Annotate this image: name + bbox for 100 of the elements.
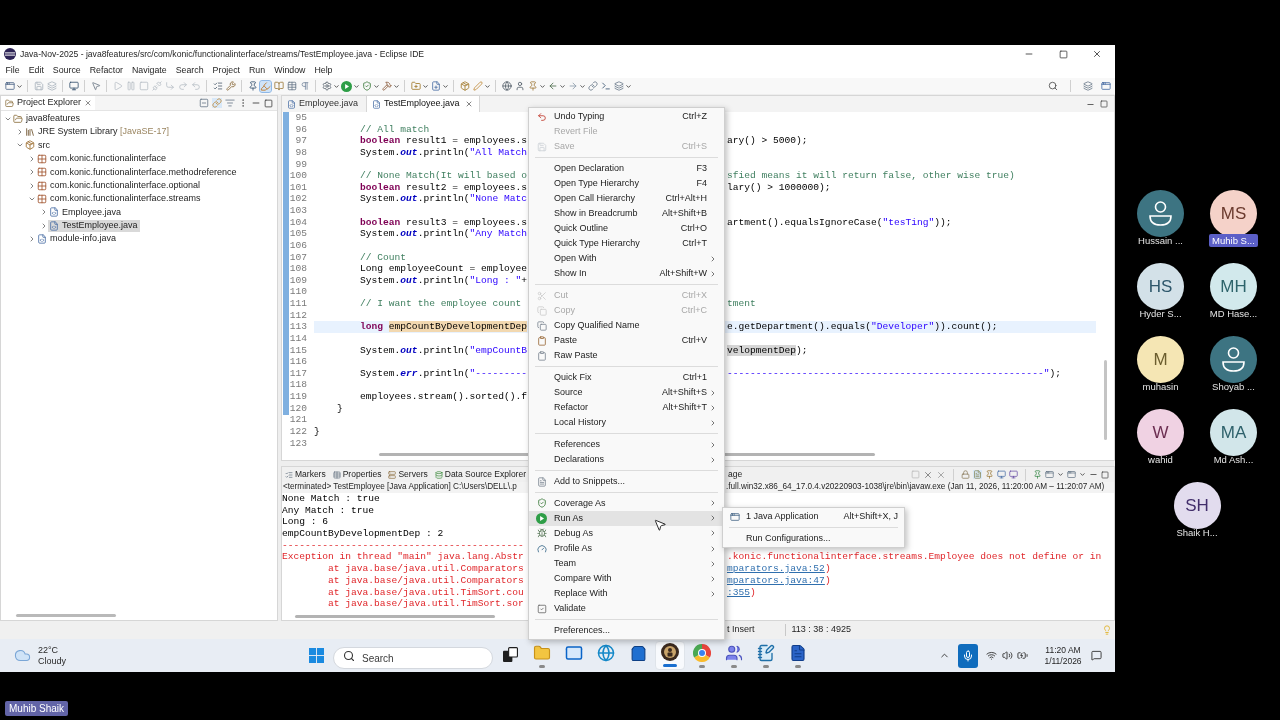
layers-icon[interactable] bbox=[46, 81, 57, 91]
arrow-left-icon[interactable] bbox=[547, 81, 558, 91]
search-field[interactable]: Search bbox=[333, 647, 493, 669]
search-icon[interactable] bbox=[1048, 81, 1058, 91]
caret-down-icon[interactable] bbox=[539, 82, 546, 90]
caret-down-icon[interactable] bbox=[1079, 471, 1086, 478]
link-icon[interactable] bbox=[587, 81, 598, 91]
tree-item[interactable]: JRE System Library [JavaSE-17] bbox=[24, 126, 172, 139]
menu-item[interactable]: Window bbox=[269, 63, 310, 78]
menu-item[interactable]: Open Declaration F3 bbox=[529, 160, 724, 176]
caret-down-icon[interactable] bbox=[484, 82, 491, 90]
horizontal-scrollbar[interactable] bbox=[295, 615, 495, 618]
close-icon[interactable] bbox=[464, 100, 473, 108]
tree-item[interactable]: src bbox=[24, 139, 52, 152]
menu-item[interactable]: Validate bbox=[529, 601, 724, 617]
arrow-right-icon[interactable] bbox=[567, 81, 578, 91]
highlighter-icon[interactable] bbox=[260, 80, 271, 92]
view-tab[interactable]: Data Source Explorer bbox=[432, 467, 528, 482]
package-icon[interactable] bbox=[459, 81, 470, 91]
menu-item[interactable]: Edit bbox=[24, 63, 49, 78]
menu-item[interactable]: Profile As bbox=[529, 541, 724, 557]
menu-item[interactable]: Show In Alt+Shift+W bbox=[529, 266, 724, 282]
view-tab[interactable]: Properties bbox=[330, 467, 384, 482]
battery-icon[interactable] bbox=[1016, 650, 1028, 661]
hammer-icon[interactable] bbox=[381, 81, 392, 91]
menu-item[interactable]: Open With bbox=[529, 251, 724, 267]
wifi-icon[interactable] bbox=[985, 650, 997, 661]
menu-item[interactable]: Replace With bbox=[529, 586, 724, 602]
editor-tab[interactable]: Employee.java bbox=[282, 96, 367, 112]
menu-item[interactable]: Navigate bbox=[127, 63, 172, 78]
menu-item[interactable]: Paste Ctrl+V bbox=[529, 333, 724, 349]
maximize-icon[interactable] bbox=[1058, 49, 1068, 59]
menu-item[interactable]: Source Alt+Shift+S bbox=[529, 385, 724, 401]
view-tab[interactable]: age bbox=[726, 467, 745, 482]
folder-plus-icon[interactable] bbox=[410, 81, 421, 91]
app-window-icon[interactable] bbox=[4, 81, 15, 91]
menu-item[interactable]: Compare With bbox=[529, 571, 724, 587]
tree-item[interactable]: com.konic.functionalinterface bbox=[36, 152, 169, 165]
menu-item[interactable]: Run bbox=[244, 63, 270, 78]
clock[interactable]: 11:20 AM 1/11/2026 bbox=[1041, 644, 1085, 667]
editor-tab[interactable]: TestEmployee.java bbox=[366, 96, 480, 112]
monitor-icon[interactable] bbox=[68, 81, 79, 91]
menu-item[interactable]: Quick Type Hierarchy Ctrl+T bbox=[529, 236, 724, 252]
maximize-icon[interactable] bbox=[264, 98, 273, 108]
lock-icon[interactable] bbox=[961, 470, 970, 479]
user-icon[interactable] bbox=[514, 81, 525, 91]
menu-item[interactable]: Declarations bbox=[529, 452, 724, 468]
menu-item[interactable]: Undo Typing Ctrl+Z bbox=[529, 109, 724, 125]
menu-item[interactable]: Refactor bbox=[85, 63, 128, 78]
menu-item[interactable]: Refactor Alt+Shift+T bbox=[529, 400, 724, 416]
caret-down-icon[interactable] bbox=[16, 82, 23, 90]
speaker-icon[interactable] bbox=[1001, 650, 1013, 661]
caret-down-icon[interactable] bbox=[625, 82, 632, 90]
menu-item[interactable]: Project bbox=[208, 63, 245, 78]
menu-item[interactable]: 1 Java Application Alt+Shift+X, J bbox=[723, 509, 904, 525]
pin-icon[interactable] bbox=[247, 81, 258, 91]
caret-down-icon[interactable] bbox=[393, 82, 400, 90]
menu-item[interactable]: Help bbox=[309, 63, 337, 78]
menu-item[interactable]: References bbox=[529, 437, 724, 453]
menu-item[interactable]: Raw Paste bbox=[529, 348, 724, 364]
app-window-icon[interactable] bbox=[1067, 470, 1076, 479]
menu-item[interactable]: Team bbox=[529, 556, 724, 572]
view-tab[interactable]: Project Explorer bbox=[1, 96, 96, 110]
caret-down-icon[interactable] bbox=[373, 82, 380, 90]
maximize-icon[interactable] bbox=[1100, 100, 1108, 108]
vertical-scrollbar[interactable] bbox=[1103, 360, 1107, 440]
maximize-icon[interactable] bbox=[1101, 470, 1109, 479]
menu-item[interactable]: Coverage As bbox=[529, 495, 724, 511]
tree-item[interactable]: com.konic.functionalinterface.streams bbox=[36, 193, 203, 206]
gear-icon[interactable] bbox=[321, 81, 332, 91]
menu-item[interactable]: Run Configurations... bbox=[723, 530, 904, 546]
source-link[interactable]: :355 bbox=[727, 586, 751, 598]
menu-item[interactable]: Open Call Hierarchy Ctrl+Alt+H bbox=[529, 191, 724, 207]
tree-item[interactable]: Employee.java bbox=[48, 206, 124, 219]
close-icon[interactable] bbox=[84, 99, 93, 107]
caret-down-icon[interactable] bbox=[353, 82, 360, 90]
menu-item[interactable]: Show in Breadcrumb Alt+Shift+B bbox=[529, 206, 724, 222]
source-link[interactable]: mparators.java:47 bbox=[727, 574, 825, 586]
taskbar-app-button[interactable] bbox=[655, 641, 685, 670]
terminal-icon[interactable] bbox=[600, 81, 611, 91]
menu-item[interactable]: Preferences... bbox=[529, 623, 724, 639]
caret-down-icon[interactable] bbox=[333, 82, 340, 90]
tree-item[interactable]: module-info.java bbox=[36, 233, 119, 246]
pin-icon[interactable] bbox=[527, 81, 538, 91]
menu-item[interactable]: Search bbox=[171, 63, 209, 78]
menu-item[interactable]: Local History bbox=[529, 415, 724, 431]
table-icon[interactable] bbox=[286, 81, 297, 91]
file-text-icon[interactable] bbox=[973, 470, 982, 479]
monitor-icon[interactable] bbox=[1009, 470, 1018, 479]
globe-icon[interactable] bbox=[501, 81, 512, 91]
tree-item[interactable]: TestEmployee.java bbox=[48, 219, 140, 232]
notification-icon[interactable] bbox=[1090, 650, 1102, 661]
layers-icon[interactable] bbox=[1083, 81, 1093, 91]
save-icon[interactable] bbox=[33, 81, 44, 91]
caret-down-icon[interactable] bbox=[579, 82, 586, 90]
view-tab[interactable]: Servers bbox=[386, 467, 430, 482]
monitor-icon[interactable] bbox=[997, 470, 1006, 479]
app-window-icon[interactable] bbox=[1101, 81, 1111, 91]
menu-item[interactable]: Run As bbox=[529, 510, 724, 526]
microphone-button[interactable] bbox=[958, 643, 978, 668]
